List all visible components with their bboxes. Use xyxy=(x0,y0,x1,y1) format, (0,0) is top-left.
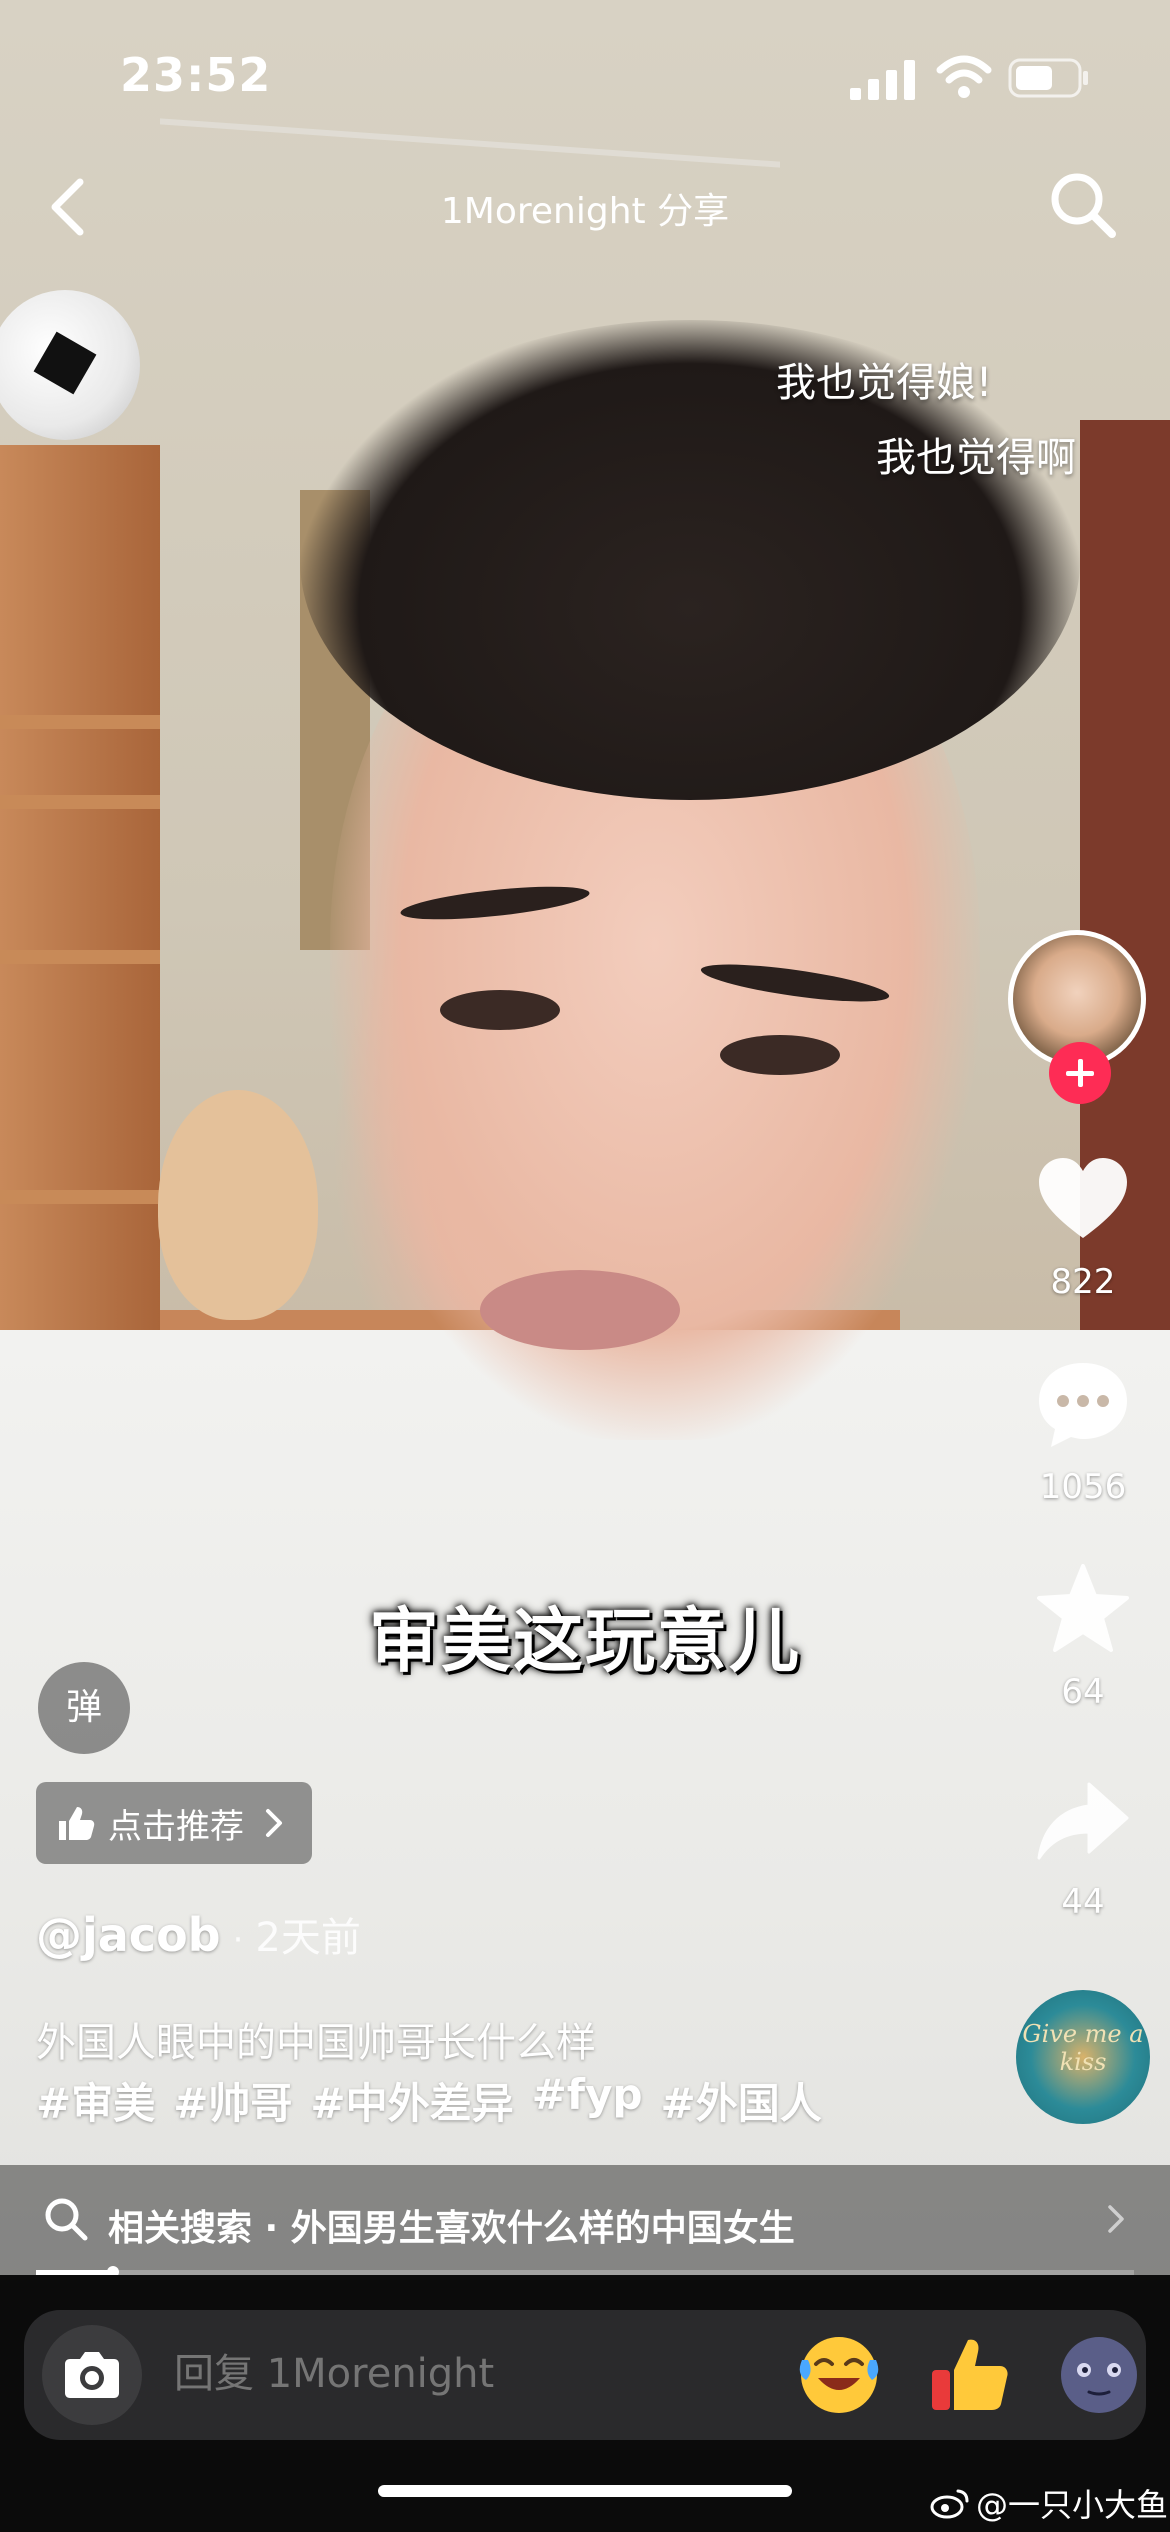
related-search-bar[interactable]: 相关搜索 · 外国男生喜欢什么样的中国女生 xyxy=(0,2165,1170,2275)
plush-toy xyxy=(158,1090,318,1320)
chevron-right-icon xyxy=(1108,2205,1124,2233)
danmaku-comment: 我也觉得娘! xyxy=(776,360,993,406)
chevron-right-icon xyxy=(266,1809,282,1837)
hashtag-list: #审美 #帅哥 #中外差异 #fyp #外国人 xyxy=(36,2070,822,2131)
cellular-signal-icon xyxy=(850,60,915,100)
comment-bubble-icon[interactable] xyxy=(1033,1355,1133,1455)
hashtag[interactable]: #外国人 xyxy=(661,2070,822,2131)
thumbs-up-icon xyxy=(59,1807,95,1840)
favorite-action[interactable]: 64 xyxy=(1008,1560,1158,1712)
watermark-text: @一只小大鱼 xyxy=(976,2486,1169,2524)
comment-action[interactable]: 1056 xyxy=(1008,1355,1158,1507)
reply-box xyxy=(24,2310,1146,2440)
like-action[interactable]: 822 xyxy=(1008,1150,1158,1302)
search-icon xyxy=(45,2198,88,2241)
hashtag[interactable]: #审美 xyxy=(36,2070,155,2131)
shelf-board xyxy=(0,950,160,964)
mouth xyxy=(480,1270,680,1350)
right-eye xyxy=(720,1035,840,1075)
danmaku-toggle-button[interactable]: 弹 xyxy=(38,1662,130,1754)
watermark: @一只小大鱼 xyxy=(930,2480,1168,2526)
home-indicator xyxy=(378,2485,792,2497)
follow-plus-button[interactable] xyxy=(1049,1042,1111,1104)
heart-icon[interactable] xyxy=(1033,1150,1133,1250)
share-action[interactable]: 44 xyxy=(1008,1770,1158,1922)
laughing-crying-emoji-icon xyxy=(799,2337,879,2413)
music-disc[interactable]: Give me a kiss xyxy=(1016,1990,1150,2124)
post-meta: @jacob · 2天前 xyxy=(36,1905,361,1963)
bookshelf xyxy=(0,445,160,1445)
recommend-button[interactable]: 点击推荐 xyxy=(36,1782,312,1864)
soccer-ball xyxy=(0,290,140,440)
camera-icon xyxy=(65,2352,119,2398)
danmaku-comment: 我也觉得啊 xyxy=(876,435,1076,481)
battery-icon xyxy=(1008,58,1088,98)
like-count: 822 xyxy=(1050,1262,1116,1302)
search-icon[interactable] xyxy=(1048,170,1118,240)
share-count: 44 xyxy=(1061,1882,1105,1922)
wifi-icon xyxy=(936,55,992,98)
thumbs-up-emoji-button[interactable] xyxy=(924,2330,1014,2420)
related-search-text: 相关搜索 · 外国男生喜欢什么样的中国女生 xyxy=(108,2208,795,2249)
weibo-logo-icon xyxy=(930,2489,969,2519)
camera-button[interactable] xyxy=(42,2325,142,2425)
status-bar: 23:52 xyxy=(0,0,1170,150)
new-moon-face-emoji-button[interactable] xyxy=(1054,2330,1144,2420)
author-handle[interactable]: @jacob xyxy=(36,1908,221,1962)
share-arrow-icon[interactable] xyxy=(1033,1770,1133,1870)
top-nav: 1Morenight 分享 xyxy=(0,160,1170,250)
ball-patch xyxy=(33,331,97,395)
nav-title: 1Morenight 分享 xyxy=(440,191,730,232)
video-subtitle: 审美这玩意儿 xyxy=(369,1600,801,1682)
meta-separator: · xyxy=(232,1920,244,1960)
shelf-board xyxy=(0,715,160,729)
music-disc-label: Give me a kiss xyxy=(1022,2020,1144,2076)
star-icon[interactable] xyxy=(1033,1560,1133,1660)
thumbs-up-emoji-icon xyxy=(932,2339,1008,2410)
hashtag[interactable]: #帅哥 xyxy=(173,2070,292,2131)
hashtag[interactable]: #fyp xyxy=(532,2070,643,2131)
post-date: 2天前 xyxy=(255,1915,361,1961)
recommend-label: 点击推荐 xyxy=(108,1806,244,1847)
shelf-board xyxy=(0,1190,160,1204)
left-eye xyxy=(440,990,560,1030)
laughing-crying-emoji-button[interactable] xyxy=(794,2330,884,2420)
status-time: 23:52 xyxy=(120,48,272,102)
favorite-count: 64 xyxy=(1061,1672,1105,1712)
post-caption: 外国人眼中的中国帅哥长什么样 xyxy=(36,2020,596,2066)
comment-count: 1056 xyxy=(1039,1467,1127,1507)
reply-input[interactable] xyxy=(172,2350,736,2398)
new-moon-face-emoji-icon xyxy=(1061,2337,1137,2413)
hashtag[interactable]: #中外差异 xyxy=(310,2070,513,2131)
shelf-board xyxy=(0,795,160,809)
